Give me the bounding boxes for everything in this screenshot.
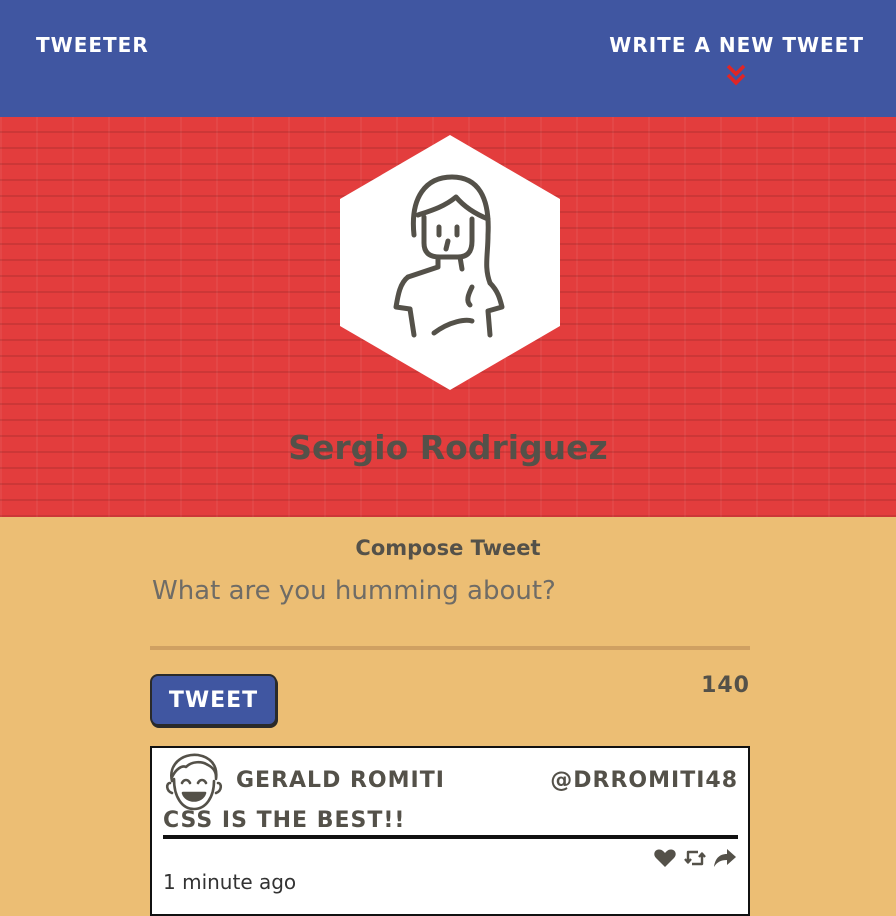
write-new-tweet-label: Write a new tweet (609, 33, 864, 57)
retweet-icon[interactable] (682, 846, 708, 870)
brand-logo[interactable]: Tweeter (36, 33, 149, 57)
top-nav: Tweeter Write a new tweet (0, 0, 896, 117)
profile-header: Sergio Rodriguez (0, 117, 896, 517)
character-counter: 140 (701, 673, 750, 698)
tweet-author-avatar (165, 753, 223, 811)
tweet-author-handle: @DrRomiti48 (550, 768, 738, 793)
tweet-card: Gerald Romiti @DrRomiti48 CSS is the bes… (150, 746, 750, 916)
tweet-divider (163, 835, 738, 839)
profile-name: Sergio Rodriguez (288, 428, 608, 467)
double-chevron-down-icon (727, 64, 746, 86)
tweet-submit-button[interactable]: Tweet (150, 674, 277, 726)
tweet-author-name: Gerald Romiti (236, 768, 445, 793)
write-new-tweet-button[interactable]: Write a new tweet (609, 33, 864, 86)
tweet-textarea[interactable] (150, 570, 750, 650)
tweet-actions (652, 846, 738, 870)
heart-icon[interactable] (652, 846, 678, 870)
profile-avatar (340, 135, 560, 390)
share-icon[interactable] (712, 846, 738, 870)
tweet-timestamp: 1 minute ago (163, 870, 297, 894)
compose-title: Compose Tweet (355, 536, 541, 560)
tweet-content: CSS is the best!! (163, 808, 406, 833)
